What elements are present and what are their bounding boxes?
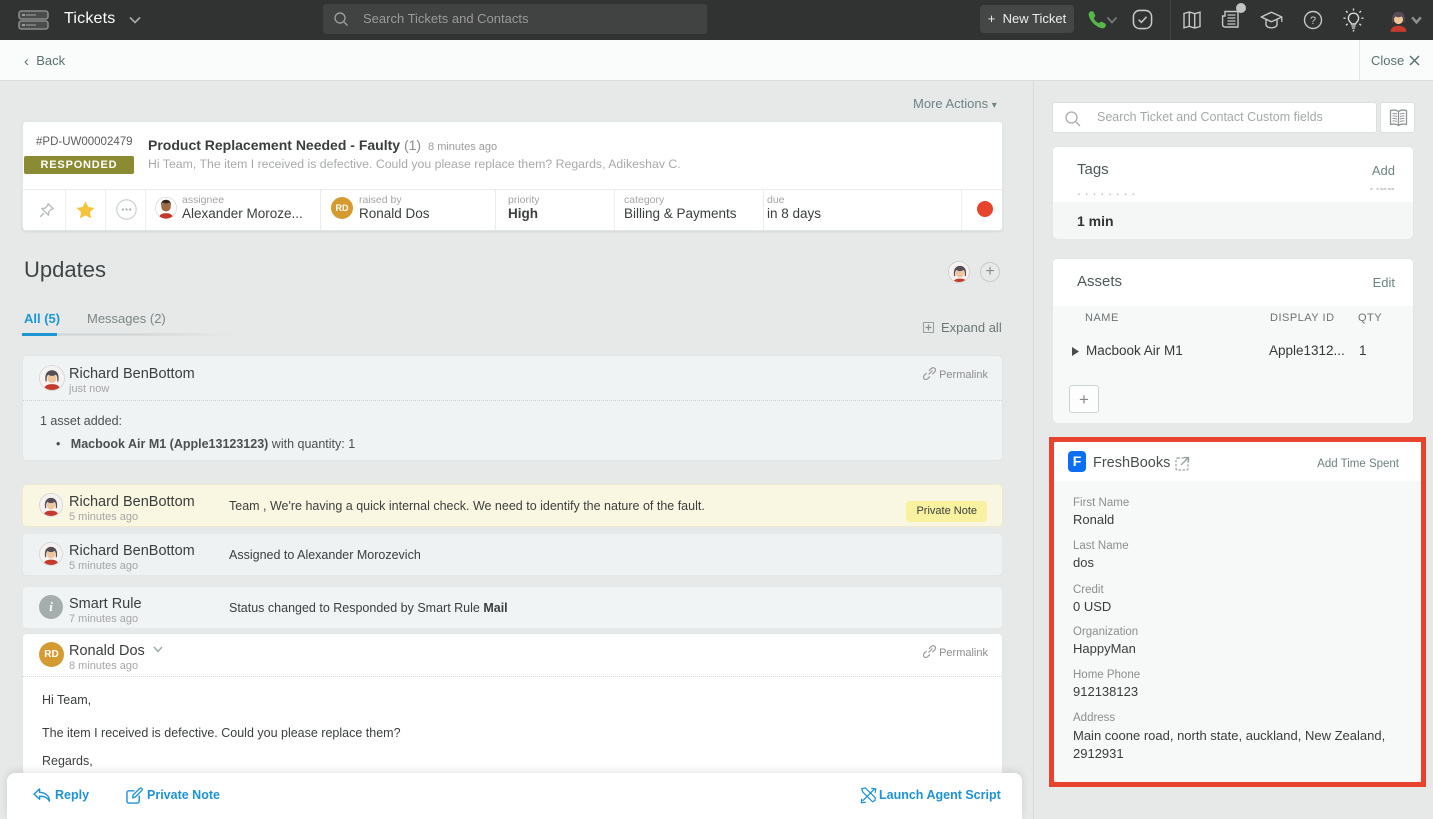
svg-text:?: ? <box>1310 15 1316 27</box>
